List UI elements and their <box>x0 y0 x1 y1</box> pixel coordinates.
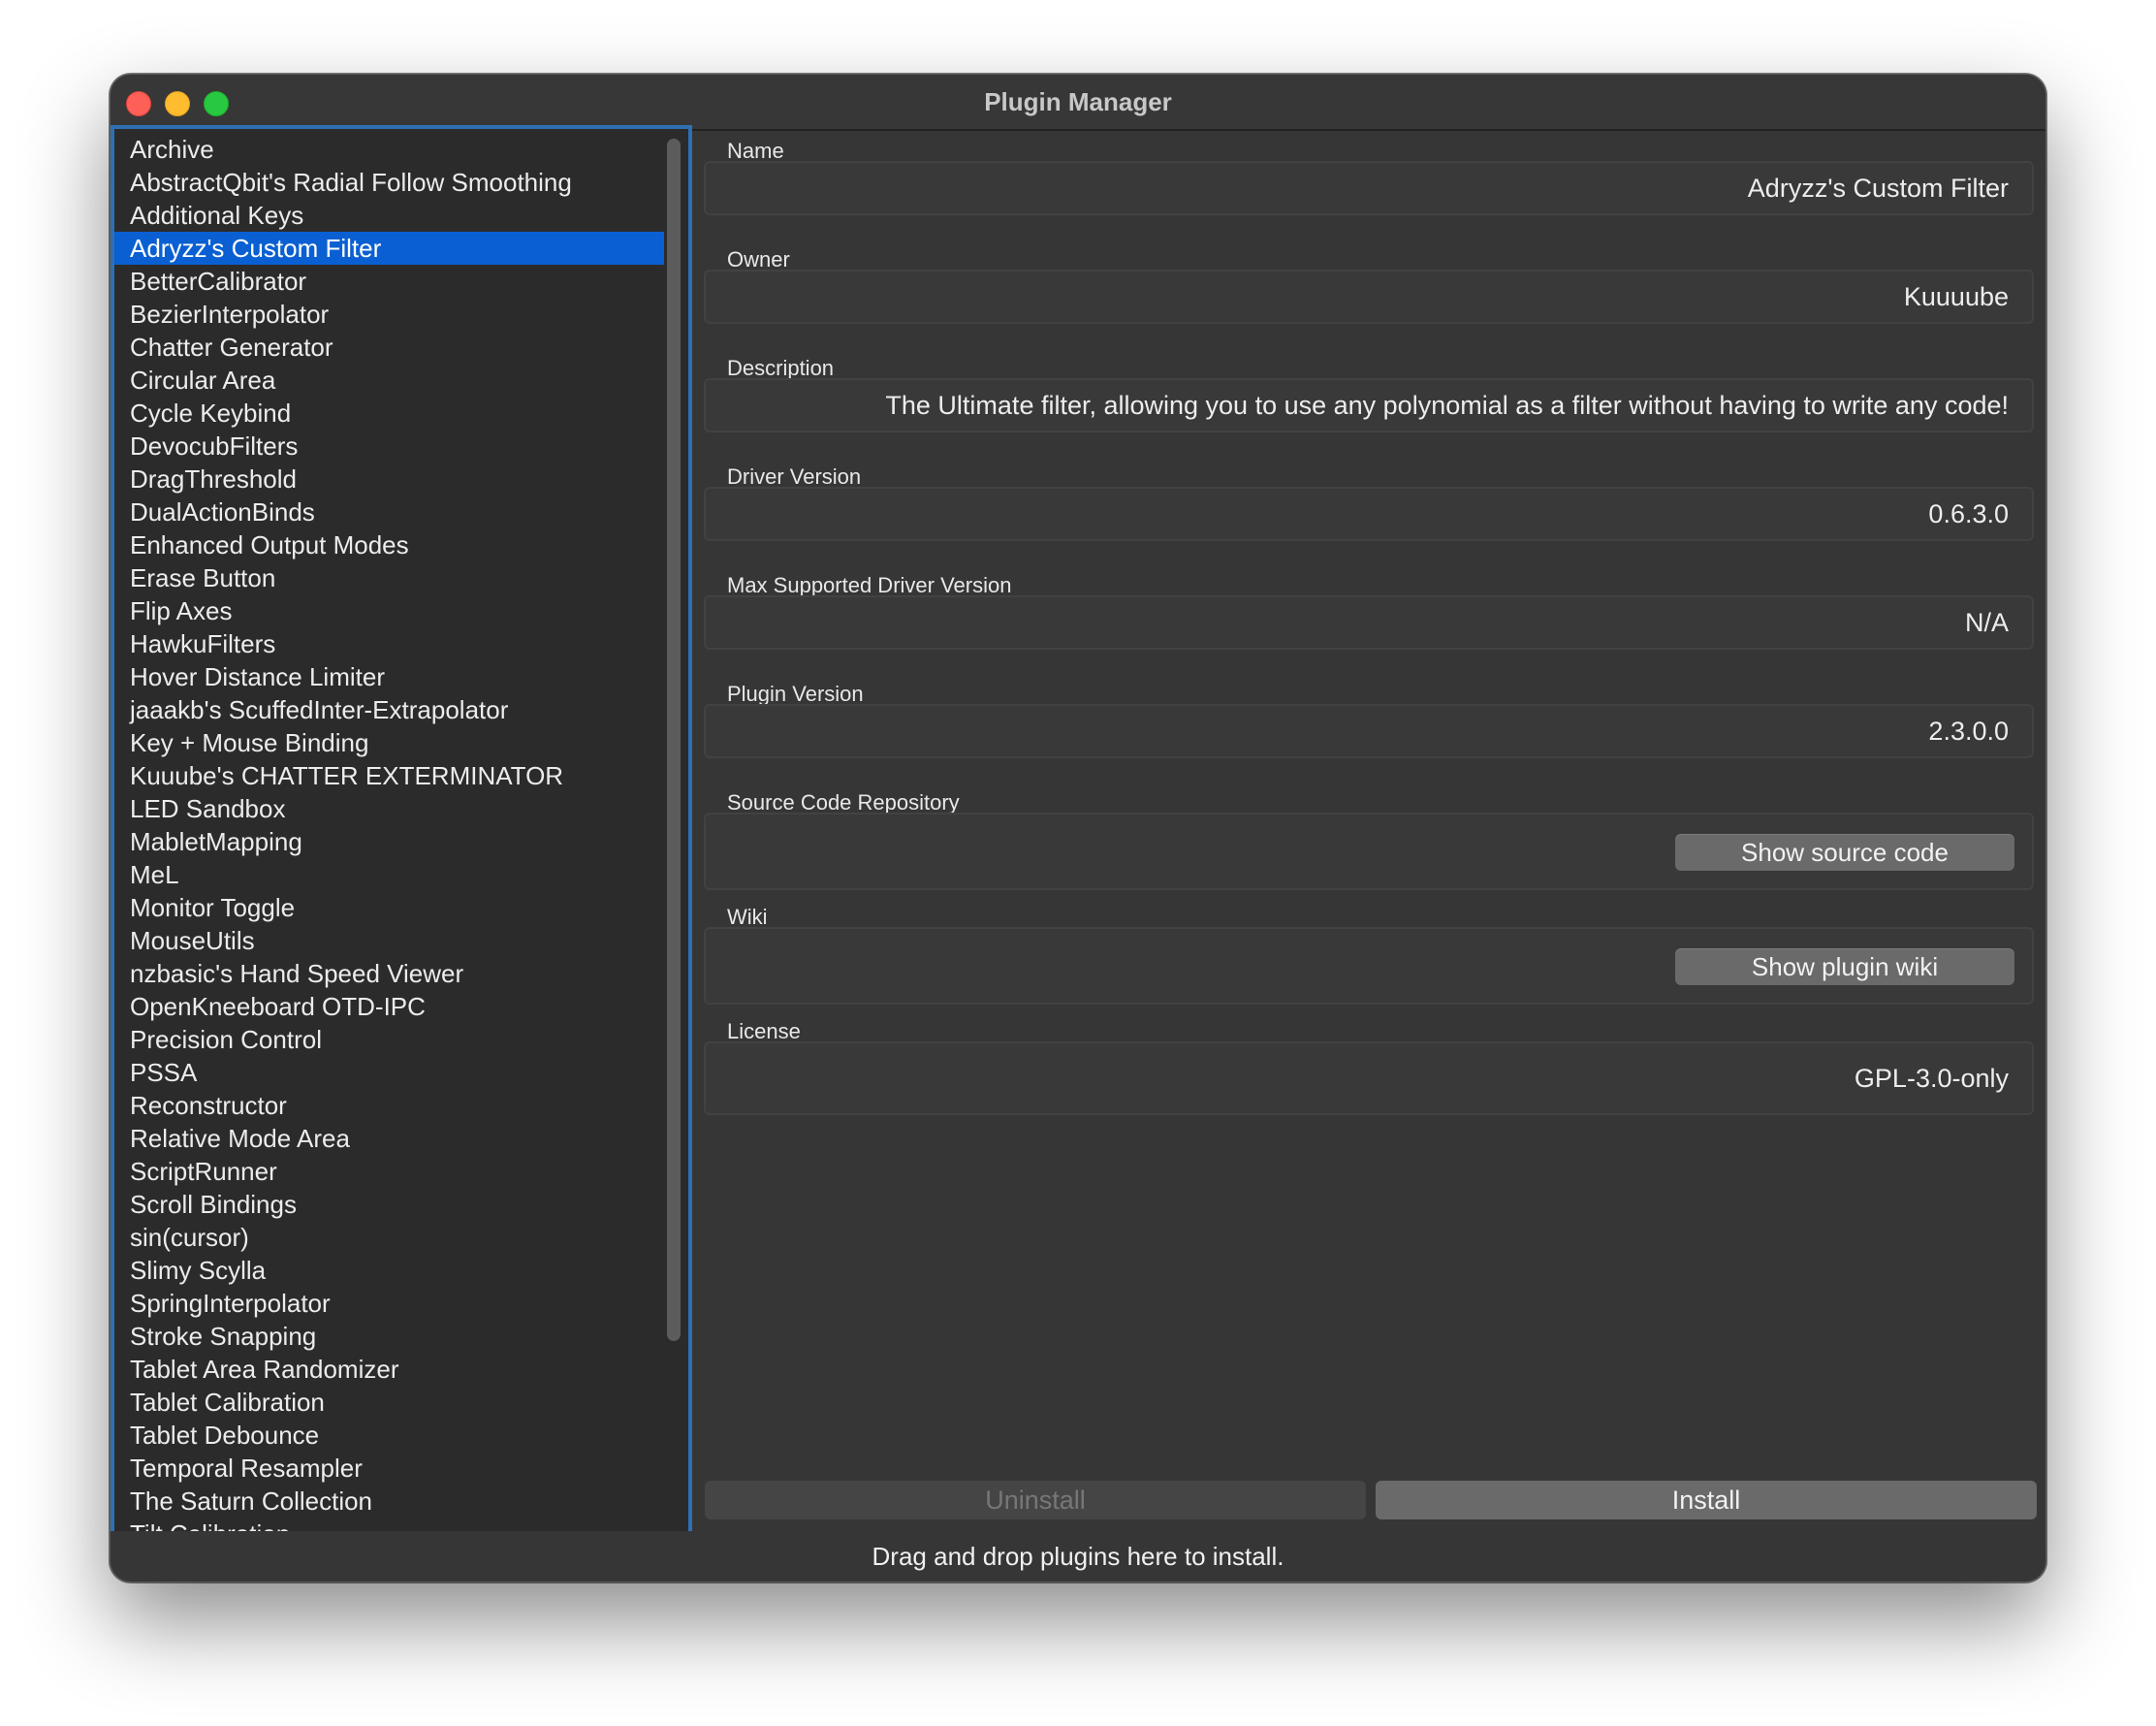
plugin-list-item[interactable]: The Saturn Collection <box>114 1485 664 1518</box>
plugin-list-item[interactable]: Flip Axes <box>114 594 664 627</box>
wiki-field: Show plugin wiki <box>704 927 2034 1005</box>
plugin-list-item[interactable]: BezierInterpolator <box>114 298 664 331</box>
show-source-code-button[interactable]: Show source code <box>1675 834 2014 871</box>
plugin-list-item[interactable]: nzbasic's Hand Speed Viewer <box>114 957 664 990</box>
description-value: The Ultimate filter, allowing you to use… <box>885 390 2009 420</box>
plugin-list-item[interactable]: Circular Area <box>114 364 664 397</box>
plugin-list-item[interactable]: Tablet Area Randomizer <box>114 1353 664 1386</box>
plugin-list-item[interactable]: AbstractQbit's Radial Follow Smoothing <box>114 166 664 199</box>
owner-field: Kuuuube <box>704 270 2034 324</box>
plugin-list-item[interactable]: Tablet Debounce <box>114 1419 664 1452</box>
plugin-list-item[interactable]: Archive <box>114 133 664 166</box>
plugin-list-item[interactable]: Relative Mode Area <box>114 1122 664 1155</box>
plugin-list-item[interactable]: Key + Mouse Binding <box>114 726 664 759</box>
owner-value: Kuuuube <box>1903 281 2009 311</box>
plugin-list-item[interactable]: BetterCalibrator <box>114 265 664 298</box>
plugin-list-item[interactable]: MabletMapping <box>114 825 664 858</box>
plugin-list-item[interactable]: Slimy Scylla <box>114 1254 664 1287</box>
plugin-list-item[interactable]: LED Sandbox <box>114 792 664 825</box>
plugin-list-item[interactable]: Precision Control <box>114 1023 664 1056</box>
plugin-list-item[interactable]: sin(cursor) <box>114 1221 664 1254</box>
driver-version-field: 0.6.3.0 <box>704 487 2034 541</box>
plugin-list-item[interactable]: Cycle Keybind <box>114 397 664 430</box>
plugin-list-item[interactable]: ScriptRunner <box>114 1155 664 1188</box>
plugin-manager-window: Plugin Manager Archive AbstractQbit's Rad… <box>110 74 2046 1582</box>
plugin-list-item[interactable]: MouseUtils <box>114 924 664 957</box>
plugin-list-item[interactable]: Monitor Toggle <box>114 891 664 924</box>
title-bar[interactable]: Plugin Manager <box>111 75 2045 131</box>
plugin-list-item[interactable]: HawkuFilters <box>114 627 664 660</box>
plugin-list-item[interactable]: Erase Button <box>114 561 664 594</box>
plugin-list-item[interactable]: jaaakb's ScuffedInter-Extrapolator <box>114 693 664 726</box>
plugin-list-item[interactable]: DragThreshold <box>114 463 664 495</box>
name-field: Adryzz's Custom Filter <box>704 161 2034 215</box>
plugin-list-item[interactable]: Chatter Generator <box>114 331 664 364</box>
plugin-list[interactable]: Archive AbstractQbit's Radial Follow Smoo… <box>114 129 664 1532</box>
plugin-list-item[interactable]: Temporal Resampler <box>114 1452 664 1485</box>
plugin-list-item[interactable]: Kuuube's CHATTER EXTERMINATOR <box>114 759 664 792</box>
max-driver-version-value: N/A <box>1964 607 2009 637</box>
plugin-list-scrollbar[interactable] <box>667 139 681 1341</box>
uninstall-button[interactable]: Uninstall <box>705 1481 1366 1519</box>
plugin-list-item[interactable]: Stroke Snapping <box>114 1320 664 1353</box>
install-button[interactable]: Install <box>1376 1481 2037 1519</box>
plugin-details-panel: Name Adryzz's Custom Filter Owner Kuuuub… <box>704 129 2034 1137</box>
plugin-list-item[interactable]: MeL <box>114 858 664 891</box>
max-driver-version-field: N/A <box>704 595 2034 650</box>
window-title: Plugin Manager <box>984 87 1172 116</box>
plugin-list-panel[interactable]: Archive AbstractQbit's Radial Follow Smoo… <box>111 125 692 1536</box>
plugin-list-item[interactable]: Tablet Calibration <box>114 1386 664 1419</box>
plugin-list-item[interactable]: Adryzz's Custom Filter <box>114 232 664 265</box>
plugin-list-item[interactable]: Reconstructor <box>114 1089 664 1122</box>
license-field: GPL-3.0-only <box>704 1041 2034 1115</box>
name-value: Adryzz's Custom Filter <box>1747 173 2009 203</box>
driver-version-value: 0.6.3.0 <box>1928 498 2009 528</box>
plugin-list-item[interactable]: DevocubFilters <box>114 430 664 463</box>
plugin-list-item[interactable]: Enhanced Output Modes <box>114 528 664 561</box>
plugin-list-item[interactable]: DualActionBinds <box>114 495 664 528</box>
plugin-list-item[interactable]: Additional Keys <box>114 199 664 232</box>
plugin-version-field: 2.3.0.0 <box>704 704 2034 758</box>
plugin-list-item[interactable]: PSSA <box>114 1056 664 1089</box>
description-field: The Ultimate filter, allowing you to use… <box>704 378 2034 432</box>
drop-hint: Drag and drop plugins here to install. <box>111 1531 2045 1582</box>
plugin-list-item[interactable]: Hover Distance Limiter <box>114 660 664 693</box>
plugin-version-value: 2.3.0.0 <box>1928 716 2009 746</box>
license-value: GPL-3.0-only <box>1854 1063 2009 1093</box>
plugin-list-item[interactable]: OpenKneeboard OTD-IPC <box>114 990 664 1023</box>
show-plugin-wiki-button[interactable]: Show plugin wiki <box>1675 948 2014 985</box>
source-code-field: Show source code <box>704 813 2034 890</box>
plugin-list-item[interactable]: Scroll Bindings <box>114 1188 664 1221</box>
plugin-list-item[interactable]: SpringInterpolator <box>114 1287 664 1320</box>
